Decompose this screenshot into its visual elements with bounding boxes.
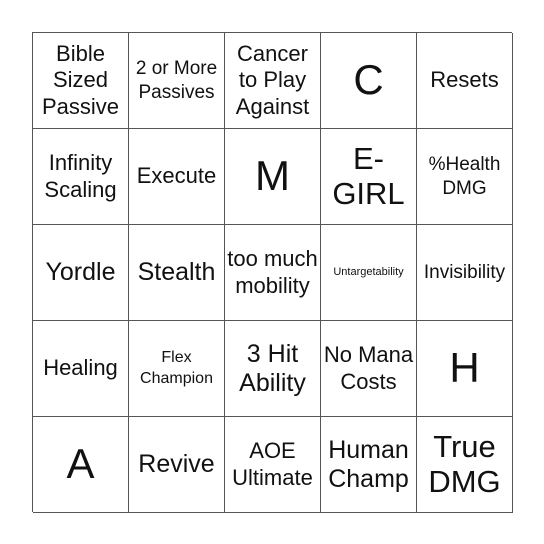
bingo-cell-label: Cancer to Play Against [235, 40, 310, 119]
bingo-cell-label: Bible Sized Passive [41, 40, 120, 119]
bingo-cell-label: Resets [430, 67, 499, 93]
bingo-cell[interactable]: Cancer to Play Against [225, 33, 321, 129]
bingo-cell[interactable]: Resets [417, 33, 513, 129]
bingo-cell[interactable]: Stealth [129, 225, 225, 321]
bingo-cell-label: too much mobility [227, 246, 318, 298]
bingo-cell-label: H [449, 344, 480, 392]
bingo-cell[interactable]: Infinity Scaling [33, 129, 129, 225]
bingo-cell-label: AOE Ultimate [232, 438, 313, 490]
bingo-cell[interactable]: No Mana Costs [321, 321, 417, 417]
bingo-board: Bible Sized Passive 2 or More Passives Can… [32, 32, 513, 513]
bingo-cell-label: No Mana Costs [323, 342, 414, 394]
bingo-cell-label: M [255, 152, 290, 200]
bingo-cell-label: E-GIRL [332, 140, 405, 211]
bingo-cell-label: 3 Hit Ability [239, 339, 306, 397]
bingo-cell-label: Invisibility [423, 261, 506, 283]
bingo-cell[interactable]: C [321, 33, 417, 129]
bingo-cell[interactable]: Execute [129, 129, 225, 225]
bingo-cell[interactable]: Untargetability [321, 225, 417, 321]
bingo-cell-label: Revive [138, 450, 215, 479]
bingo-cell[interactable]: Bible Sized Passive [33, 33, 129, 129]
bingo-cell-label: Yordle [45, 258, 116, 287]
bingo-cell-label: True DMG [428, 428, 501, 499]
bingo-cell[interactable]: 3 Hit Ability [225, 321, 321, 417]
bingo-cell-label: Infinity Scaling [44, 150, 117, 202]
bingo-cell[interactable]: Invisibility [417, 225, 513, 321]
bingo-cell[interactable]: M [225, 129, 321, 225]
bingo-cell-label: Stealth [137, 258, 216, 287]
bingo-cell-label: Healing [43, 355, 118, 381]
bingo-cell[interactable]: True DMG [417, 417, 513, 513]
bingo-cell-label: 2 or More Passives [135, 57, 218, 103]
bingo-cell-label: Flex Champion [140, 348, 213, 387]
bingo-cell-label: C [353, 56, 384, 104]
bingo-cell-label: Execute [136, 163, 217, 189]
bingo-cell[interactable]: Yordle [33, 225, 129, 321]
bingo-cell[interactable]: 2 or More Passives [129, 33, 225, 129]
bingo-cell[interactable]: Flex Champion [129, 321, 225, 417]
bingo-cell[interactable]: AOE Ultimate [225, 417, 321, 513]
bingo-cell[interactable]: too much mobility [225, 225, 321, 321]
bingo-cell[interactable]: A [33, 417, 129, 513]
bingo-cell[interactable]: Human Champ [321, 417, 417, 513]
bingo-cell-label: Human Champ [328, 435, 409, 493]
bingo-cell[interactable]: H [417, 321, 513, 417]
bingo-cell-label: A [66, 440, 95, 488]
bingo-cell[interactable]: Revive [129, 417, 225, 513]
bingo-cell-label: Untargetability [333, 266, 404, 279]
bingo-cell[interactable]: Healing [33, 321, 129, 417]
bingo-cell[interactable]: E-GIRL [321, 129, 417, 225]
bingo-cell-label: %Health DMG [428, 153, 501, 199]
bingo-cell[interactable]: %Health DMG [417, 129, 513, 225]
